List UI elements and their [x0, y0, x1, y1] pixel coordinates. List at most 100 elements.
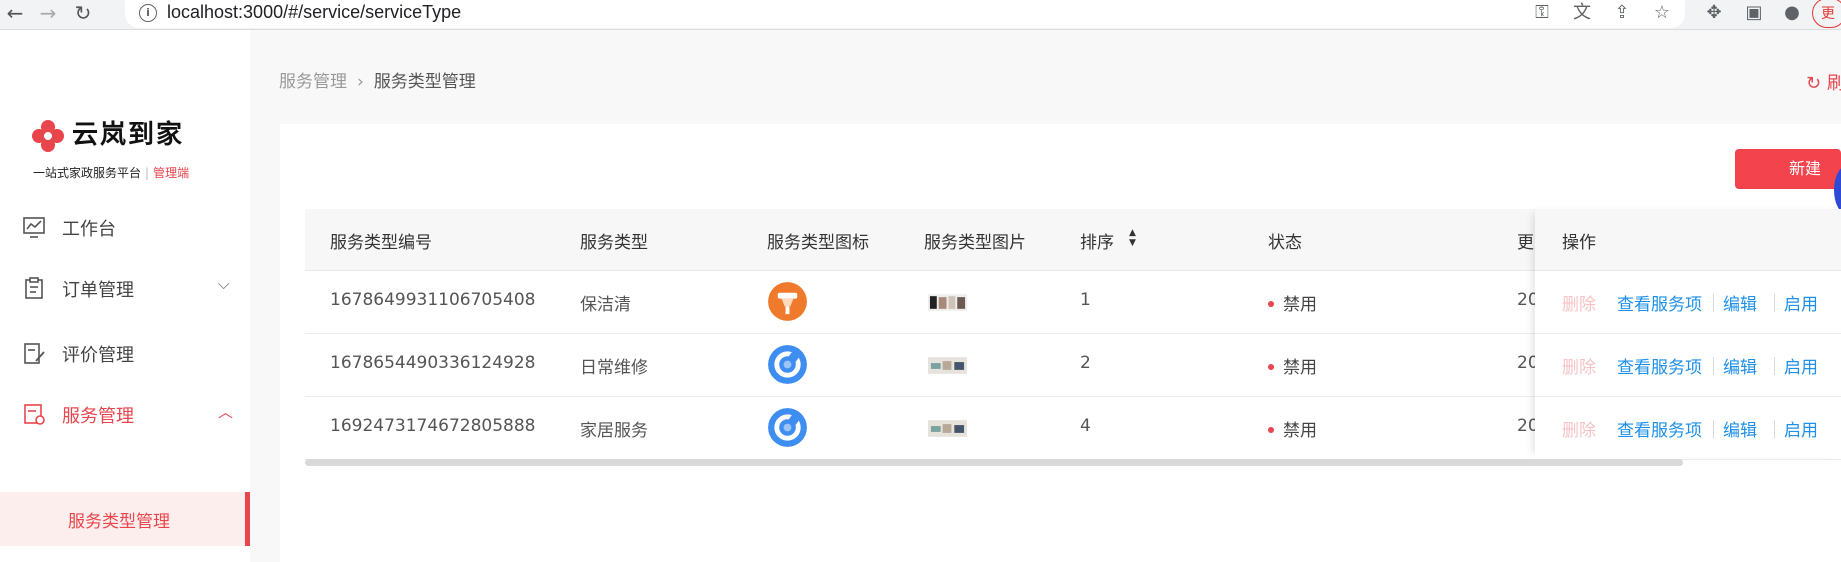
broom-icon	[768, 282, 807, 321]
col-header-icon: 服务类型图标	[767, 233, 869, 253]
forward-icon[interactable]: →	[36, 0, 60, 26]
logo-title: 云岚到家	[72, 120, 185, 150]
breadcrumb-current: 服务类型管理	[373, 72, 476, 92]
share-icon[interactable]: ⇪	[1610, 1, 1634, 25]
actions-row: 删除 查看服务项 编辑 启用	[1535, 271, 1841, 334]
enable-button[interactable]: 启用	[1784, 416, 1818, 441]
col-header-actions-label: 操作	[1562, 233, 1596, 253]
col-header-image: 服务类型图片	[924, 233, 1026, 253]
delete-button[interactable]: 删除	[1562, 353, 1596, 378]
cell-sort: 2	[1080, 353, 1091, 373]
status-dot	[1268, 364, 1274, 370]
new-button[interactable]: 新建	[1735, 149, 1841, 189]
breadcrumb: 服务管理 › 服务类型管理	[279, 67, 476, 92]
key-icon[interactable]: ⚿	[1530, 1, 1554, 25]
divider	[1713, 420, 1714, 438]
refresh-label: 刷	[1826, 73, 1841, 94]
cell-sort: 4	[1080, 416, 1091, 436]
delete-button[interactable]: 删除	[1562, 416, 1596, 441]
reload-icon[interactable]: ↻	[71, 0, 95, 26]
cell-type: 保洁清	[580, 295, 631, 315]
view-items-button[interactable]: 查看服务项	[1617, 353, 1702, 378]
cell-type: 家居服务	[580, 421, 648, 441]
service-image-thumb	[928, 357, 967, 374]
service-list-icon	[24, 404, 45, 425]
cell-id: 1678654490336124928	[330, 353, 536, 373]
sidebar-item-services[interactable]: 服务管理 ︿	[0, 394, 250, 434]
col-header-actions: 操作	[1535, 209, 1841, 271]
horizontal-scrollbar[interactable]	[305, 459, 1683, 466]
sidebar-item-orders[interactable]: 订单管理 ⌵	[0, 268, 250, 308]
divider	[1713, 357, 1714, 375]
col-header-status: 状态	[1268, 233, 1302, 253]
status-dot	[1268, 301, 1274, 307]
service-image-thumb	[928, 420, 967, 437]
service-image-thumb	[928, 294, 967, 311]
col-header-id: 服务类型编号	[330, 233, 432, 253]
side-panel-icon[interactable]: ▣	[1742, 1, 1766, 25]
browser-toolbar: ← → ↻ i localhost:3000/#/service/service…	[0, 0, 1841, 30]
extensions-icon[interactable]: ✥	[1702, 1, 1726, 25]
col-header-sort[interactable]: 排序	[1080, 228, 1114, 253]
refresh-icon: ↻	[1806, 73, 1822, 94]
edit-button[interactable]: 编辑	[1723, 353, 1757, 378]
view-items-button[interactable]: 查看服务项	[1617, 416, 1702, 441]
chevron-up-icon: ︿	[218, 403, 234, 421]
chevron-down-icon: ⌵	[218, 275, 230, 293]
cell-sort: 1	[1080, 290, 1091, 310]
actions-column: 操作 删除 查看服务项 编辑 启用 删除 查看服务项 编辑 启用 删除 查看服务…	[1535, 209, 1841, 460]
cell-type: 日常维修	[580, 358, 648, 378]
cell-status: 禁用	[1268, 353, 1317, 378]
sidebar-item-reviews[interactable]: 评价管理	[0, 333, 250, 373]
site-info-icon[interactable]: i	[139, 4, 157, 22]
sidebar-item-label: 服务管理	[62, 406, 134, 427]
translate-icon[interactable]: 文	[1570, 1, 1594, 25]
edit-button[interactable]: 编辑	[1723, 416, 1757, 441]
edit-button[interactable]: 编辑	[1723, 290, 1757, 315]
back-icon[interactable]: ←	[3, 0, 27, 26]
view-items-button[interactable]: 查看服务项	[1617, 290, 1702, 315]
divider	[1713, 294, 1714, 312]
account-icon[interactable]: ●	[1780, 1, 1804, 25]
sidebar-subitem-service-type[interactable]: 服务类型管理	[0, 492, 250, 546]
edit-document-icon	[24, 343, 45, 364]
delete-button[interactable]: 删除	[1562, 290, 1596, 315]
profile-button[interactable]: 更	[1812, 0, 1841, 28]
active-indicator	[245, 492, 250, 546]
logo-icon	[32, 120, 64, 152]
sidebar-item-label: 订单管理	[62, 280, 134, 301]
logo-subtitle-text: 一站式家政服务平台	[33, 166, 142, 180]
enable-button[interactable]: 启用	[1784, 353, 1818, 378]
sidebar-subitem-label: 服务类型管理	[68, 512, 170, 532]
url-text[interactable]: localhost:3000/#/service/serviceType	[167, 2, 461, 23]
sidebar-item-label: 工作台	[62, 219, 116, 240]
sidebar-item-label: 评价管理	[62, 345, 134, 366]
dashboard-icon	[23, 217, 45, 238]
status-text: 禁用	[1283, 421, 1317, 441]
breadcrumb-parent[interactable]: 服务管理	[279, 72, 347, 92]
wrench-icon	[768, 345, 807, 384]
logo-admin: 管理端	[153, 166, 190, 180]
divider	[1774, 420, 1775, 438]
status-dot	[1268, 427, 1274, 433]
cell-status: 禁用	[1268, 416, 1317, 441]
logo-separator: |	[145, 166, 150, 180]
cell-status: 禁用	[1268, 290, 1317, 315]
status-text: 禁用	[1283, 295, 1317, 315]
col-header-updated: 更	[1517, 233, 1534, 253]
actions-row: 删除 查看服务项 编辑 启用	[1535, 334, 1841, 397]
address-bar[interactable]: i localhost:3000/#/service/serviceType	[125, 0, 1685, 28]
sidebar-item-workbench[interactable]: 工作台	[0, 207, 250, 247]
enable-button[interactable]: 启用	[1784, 290, 1818, 315]
status-text: 禁用	[1283, 358, 1317, 378]
sidebar: 云岚到家 一站式家政服务平台 | 管理端 工作台 订单管理 ⌵ 评价管理 服务管…	[0, 30, 250, 562]
col-header-type: 服务类型	[580, 233, 648, 253]
actions-row: 删除 查看服务项 编辑 启用	[1535, 397, 1841, 460]
logo-subtitle: 一站式家政服务平台 | 管理端	[33, 164, 189, 181]
clipboard-icon	[25, 277, 43, 299]
sort-icon[interactable]: ▲ ▼	[1129, 228, 1136, 248]
refresh-button[interactable]: ↻ 刷	[1806, 69, 1841, 95]
wrench-icon	[768, 408, 807, 447]
chevron-right-icon: ›	[357, 72, 364, 92]
star-icon[interactable]: ☆	[1650, 1, 1674, 25]
